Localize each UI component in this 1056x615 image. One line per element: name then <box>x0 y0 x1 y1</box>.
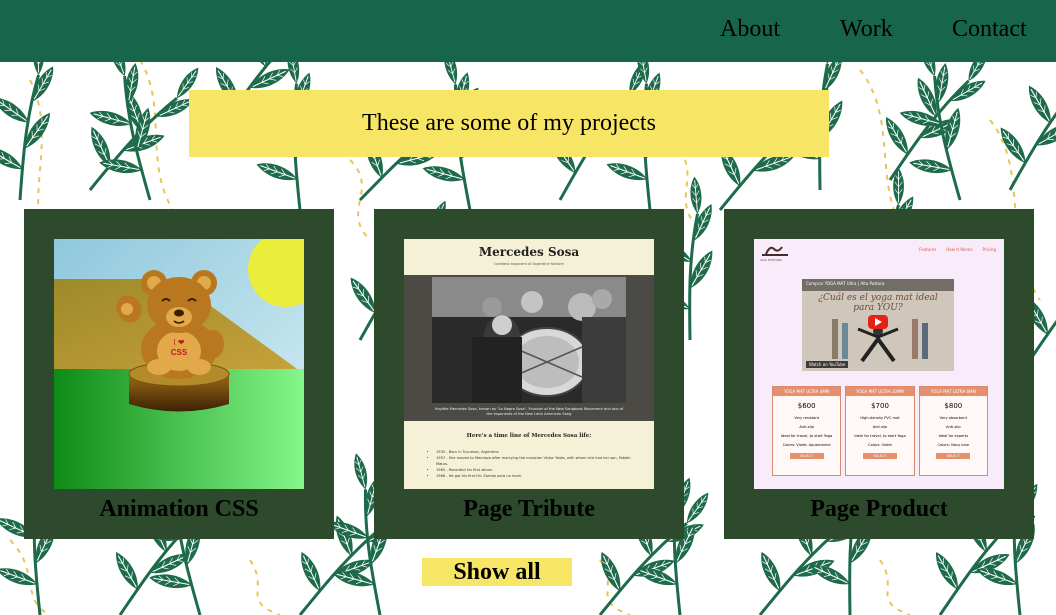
top-navbar: About Work Contact <box>0 0 1056 62</box>
timeline-item: 1957 - She moved to Mendoza after marryi… <box>436 455 636 467</box>
plan-feature: Very absorbent <box>939 416 967 420</box>
plan-feature: Anti-slip <box>946 425 961 429</box>
nav-link-contact[interactable]: Contact <box>952 13 1027 45</box>
project-title: Page Tribute <box>463 496 595 522</box>
plan-feature: Very resistant <box>794 416 820 420</box>
plan-price: $800 <box>944 402 963 410</box>
plan-card: YOGA MAT ULTRA 6MM $800 Very absorbent A… <box>918 386 988 476</box>
project-card-animation-css[interactable]: I ❤ CSS Animation CSS <box>24 209 334 539</box>
project-thumbnail-animation-css[interactable]: I ❤ CSS <box>54 239 304 489</box>
project-thumbnail-page-product[interactable]: ALTA POSTURA Features How It Works Prici… <box>754 239 1004 489</box>
plan-feature: Ideal for experts <box>938 434 969 438</box>
plan-name: YOGA MAT ULTRA 6MM <box>919 387 987 396</box>
watch-on-label: Watch on <box>809 362 828 367</box>
plan-card: YOGA MAT ULTRA 4MM $600 Very resistant A… <box>772 386 842 476</box>
plan-feature: Colors: Navy blue <box>937 443 970 447</box>
plan-feature: High-density PVC mat <box>860 416 900 420</box>
bear-heart-text: I ❤ <box>173 338 184 347</box>
tribute-subheading: Greatest exponent of Argentine folklore <box>494 262 564 266</box>
plan-select-button[interactable]: SELECT <box>862 453 897 459</box>
play-button-icon[interactable] <box>868 315 888 329</box>
nav-link-work[interactable]: Work <box>840 13 893 45</box>
projects-heading-banner: These are some of my projects <box>189 90 829 157</box>
tribute-photo-area: Haydée Mercedes Sosa, known as "La Negra… <box>404 275 654 421</box>
projects-heading: These are some of my projects <box>362 110 656 136</box>
tribute-heading: Mercedes Sosa <box>478 245 580 259</box>
project-title: Page Product <box>810 496 948 522</box>
tribute-timeline-title: Here's a time line of Mercedes Sosa life… <box>466 433 592 439</box>
product-nav-item: Features <box>919 247 937 252</box>
project-thumbnail-page-tribute[interactable]: Mercedes Sosa Greatest exponent of Argen… <box>404 239 654 489</box>
project-title: Animation CSS <box>99 496 259 522</box>
product-nav-item: How It Works <box>946 247 973 252</box>
product-brand: ALTA POSTURA <box>760 258 783 262</box>
plan-name: YOGA MAT ULTRA 4MM <box>773 387 841 396</box>
product-video: Comprar YOGA MAT Ultra | Alta Postura ¿C… <box>802 279 954 371</box>
watch-on-youtube[interactable]: Watch on YouTube <box>806 361 849 368</box>
plan-feature: Ideal for travel, to start Yoga <box>854 434 906 438</box>
project-card-page-product[interactable]: ALTA POSTURA Features How It Works Prici… <box>724 209 1034 539</box>
plan-feature: Ideal for travel, to start Yoga <box>780 434 833 438</box>
teddy-bear-illustration: I ❤ CSS <box>54 239 304 489</box>
product-nav: Features How It Works Pricing <box>919 247 996 252</box>
tribute-caption: Haydée Mercedes Sosa, known as "La Negra… <box>434 407 624 416</box>
plan-card: YOGA MAT ULTRA 10MM $700 High-density PV… <box>845 386 915 476</box>
plan-feature: Anti-slip <box>872 425 888 429</box>
timeline-item: 1966 - He got his first hit: Zamba para … <box>436 473 636 479</box>
plan-feature: Colors: Violet <box>868 443 892 447</box>
yoga-logo-icon <box>762 246 788 256</box>
plan-feature: Anti-slip <box>799 425 814 429</box>
show-all-button[interactable]: Show all <box>422 558 572 586</box>
product-header: ALTA POSTURA Features How It Works Prici… <box>754 239 1004 267</box>
bear-css-text: CSS <box>171 348 188 357</box>
nav-link-about[interactable]: About <box>720 13 780 45</box>
plan-name: YOGA MAT ULTRA 10MM <box>846 387 914 396</box>
product-nav-item: Pricing <box>982 247 996 252</box>
pricing-plans: YOGA MAT ULTRA 4MM $600 Very resistant A… <box>772 386 988 476</box>
youtube-label: YouTube <box>829 362 846 367</box>
plan-price: $600 <box>797 402 816 410</box>
plan-price: $700 <box>871 402 889 410</box>
plan-select-button[interactable]: SELECT <box>936 453 971 459</box>
project-card-page-tribute[interactable]: Mercedes Sosa Greatest exponent of Argen… <box>374 209 684 539</box>
tribute-timeline: 1935 - Born in Tucuman, Argentine 1957 -… <box>426 449 636 479</box>
plan-select-button[interactable]: SELECT <box>789 453 824 459</box>
tribute-photo <box>432 277 626 403</box>
plan-feature: Colors: Violet, Aquamarine <box>782 443 831 447</box>
